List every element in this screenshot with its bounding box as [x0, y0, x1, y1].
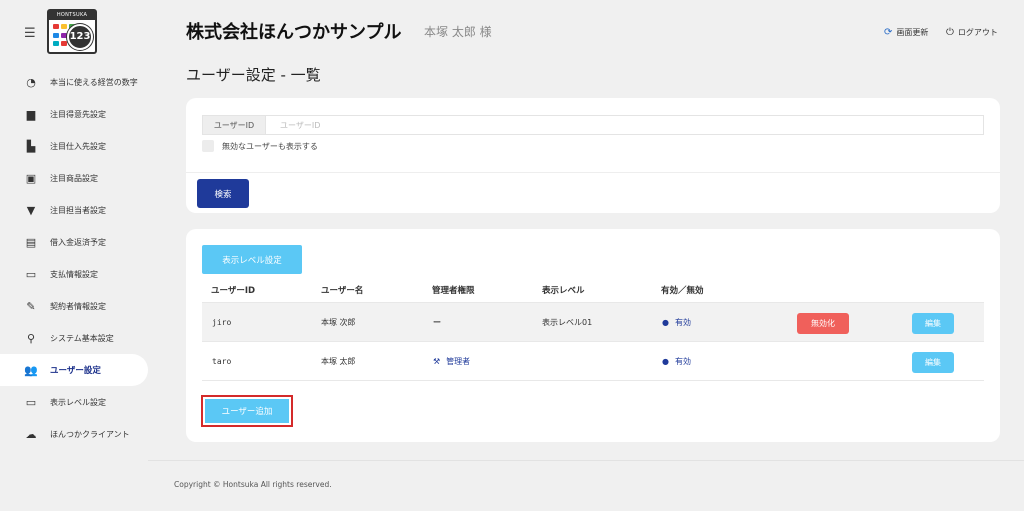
sidebar-item-suppliers[interactable]: ▙ 注目仕入先設定: [0, 130, 148, 162]
table-row: jiro 本塚 次郎 ー 表示レベル01 ● 有効 無効化 編集: [202, 303, 984, 341]
logo-brand: HONTSUKA: [49, 11, 95, 20]
user-name: 本塚 太郎 様: [424, 25, 492, 39]
cell-user-id: taro: [212, 356, 232, 366]
company-name: 株式会社ほんつかサンプル: [186, 22, 402, 43]
laptop-icon: ▭: [25, 395, 37, 409]
header-user-id: ユーザーID: [211, 286, 256, 296]
sidebar-item-staff[interactable]: ▼ 注目担当者設定: [0, 194, 148, 226]
header-admin: 管理者権限: [432, 286, 475, 296]
cell-admin: ー: [433, 317, 441, 327]
header-status: 有効／無効: [661, 286, 704, 296]
wrench-icon: ⚲: [26, 331, 36, 345]
sidebar-item-products[interactable]: ▣ 注目商品設定: [0, 162, 148, 194]
pen-icon: ✎: [26, 299, 36, 313]
user-list-panel: 表示レベル設定 ユーザーID ユーザー名 管理者権限 表示レベル 有効／無効 j…: [186, 229, 1000, 442]
sidebar-item-system[interactable]: ⚲ システム基本設定: [0, 322, 148, 354]
wrench-icon: ⚒: [433, 356, 441, 366]
header-display-level: 表示レベル: [542, 286, 585, 296]
search-label: ユーザーID: [203, 116, 266, 134]
sidebar: ☰ HONTSUKA 123 ◔ 本当に使える経営の数字 ▆ 注目得意先設定 ▙ 注目…: [0, 0, 148, 511]
cell-user-name: 本塚 次郎: [321, 317, 356, 327]
logout-button[interactable]: ⏻ ログアウト: [946, 27, 998, 38]
table-row: taro 本塚 太郎 ⚒ 管理者 ● 有効 編集: [202, 342, 984, 380]
users-icon: 👥: [24, 363, 38, 377]
necktie-icon: ▼: [26, 203, 36, 217]
hamburger-menu-icon[interactable]: ☰: [24, 26, 36, 41]
display-level-button[interactable]: 表示レベル設定: [202, 245, 302, 274]
credit-card-icon: ▭: [25, 267, 37, 281]
footer-copyright: Copyright © Hontsuka All rights reserved…: [174, 480, 332, 489]
edit-button[interactable]: 編集: [912, 352, 954, 373]
sidebar-item-display-level[interactable]: ▭ 表示レベル設定: [0, 386, 148, 418]
sidebar-item-loans[interactable]: ▤ 借入金返済予定: [0, 226, 148, 258]
show-inactive-label: 無効なユーザーも表示する: [222, 141, 318, 151]
refresh-icon: ⟳: [884, 27, 893, 38]
user-id-search-input[interactable]: [266, 116, 983, 134]
sidebar-nav: ◔ 本当に使える経営の数字 ▆ 注目得意先設定 ▙ 注目仕入先設定 ▣ 注目商品設定 ▼…: [0, 66, 148, 450]
warehouse-icon: ▙: [26, 139, 36, 153]
cell-user-id: jiro: [212, 317, 232, 327]
sidebar-item-contractor[interactable]: ✎ 契約者情報設定: [0, 290, 148, 322]
hontsuka-logo[interactable]: HONTSUKA 123: [47, 9, 97, 54]
show-inactive-row: 無効なユーザーも表示する: [202, 140, 318, 152]
edit-button[interactable]: 編集: [912, 313, 954, 334]
search-field-group: ユーザーID: [202, 115, 984, 135]
logo-number: 123: [67, 24, 93, 50]
sidebar-item-client[interactable]: ☁ ほんつかクライアント: [0, 418, 148, 450]
cell-status: ● 有効: [662, 317, 691, 327]
refresh-button[interactable]: ⟳ 画面更新: [884, 27, 928, 38]
footer-divider: [148, 460, 1024, 461]
search-button[interactable]: 検索: [197, 179, 249, 208]
add-user-highlight: ユーザー追加: [201, 395, 293, 427]
power-icon: ⏻: [946, 27, 954, 38]
cell-admin: ⚒ 管理者: [433, 356, 471, 366]
sidebar-item-users[interactable]: 👥 ユーザー設定: [0, 354, 148, 386]
sidebar-item-customers[interactable]: ▆ 注目得意先設定: [0, 98, 148, 130]
user-icon: ●: [662, 317, 669, 327]
clipboard-check-icon: ▣: [25, 171, 37, 185]
add-user-button[interactable]: ユーザー追加: [205, 399, 289, 423]
user-icon: ●: [662, 356, 669, 366]
money-icon: ▤: [25, 235, 37, 249]
divider: [186, 172, 1000, 173]
sidebar-item-payment[interactable]: ▭ 支払情報設定: [0, 258, 148, 290]
sidebar-item-management-numbers[interactable]: ◔ 本当に使える経営の数字: [0, 66, 148, 98]
disable-button[interactable]: 無効化: [797, 313, 849, 334]
page-title: ユーザー設定 - 一覧: [186, 66, 321, 84]
cell-status: ● 有効: [662, 356, 691, 366]
show-inactive-checkbox[interactable]: [202, 140, 214, 152]
cell-user-name: 本塚 太郎: [321, 356, 356, 366]
cell-display-level: 表示レベル01: [542, 317, 593, 327]
briefcase-icon: ▆: [26, 107, 36, 121]
speedometer-icon: ◔: [26, 75, 36, 89]
header-user-name: ユーザー名: [321, 286, 364, 296]
cloud-download-icon: ☁: [25, 427, 37, 441]
search-panel: ユーザーID 無効なユーザーも表示する 検索: [186, 98, 1000, 213]
